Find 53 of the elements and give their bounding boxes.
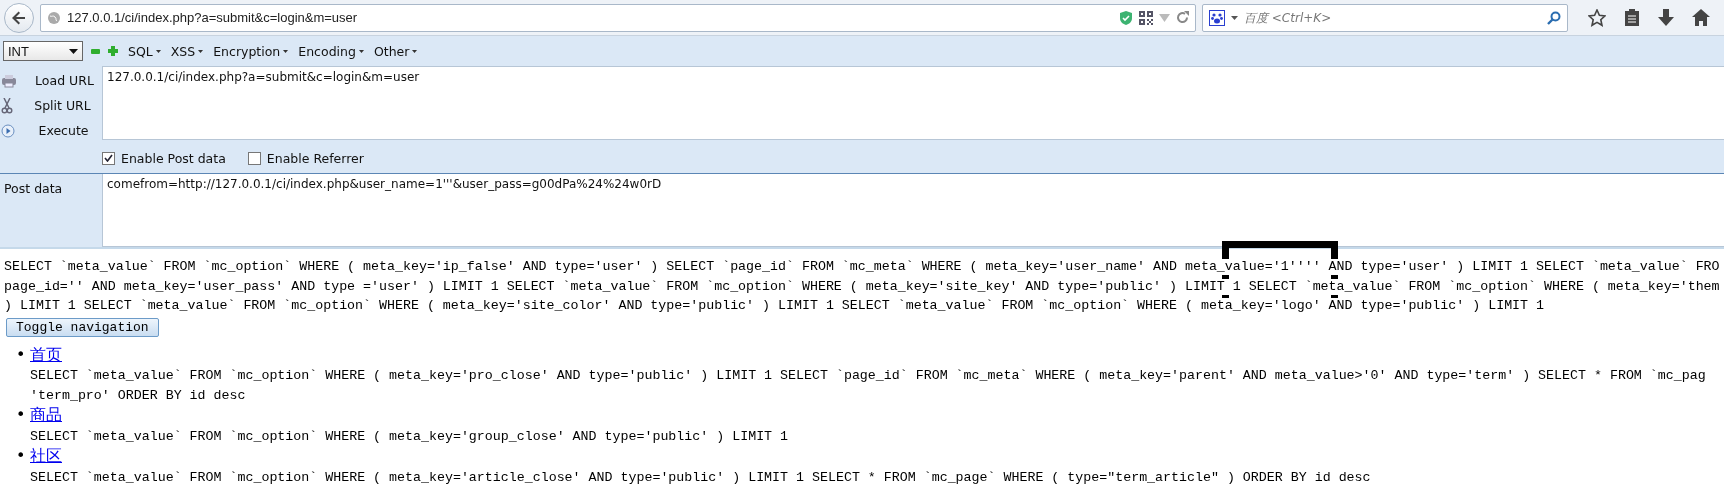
checkbox[interactable]: [102, 151, 115, 165]
menu-button[interactable]: XSS: [168, 43, 206, 59]
encoding-select[interactable]: INT: [3, 41, 83, 61]
caret-icon: [198, 49, 204, 53]
checkbox-label: Enable Post data: [121, 150, 226, 166]
clipboard-icon[interactable]: [1624, 8, 1640, 27]
post-data-field[interactable]: comefrom=http://127.0.0.1/ci/index.php&user_name=1'''&user_pass=g00dPa%24%24w0rD: [102, 174, 1724, 247]
sql-query-text: SELECT `meta_value` FROM `mc_option` WHERE ( meta_key='group_close' AND type='public' ) LIMIT 1: [30, 427, 789, 446]
action-link[interactable]: Split URL: [23, 98, 102, 113]
reload-icon[interactable]: [1176, 11, 1189, 24]
play-icon: [1, 123, 15, 138]
back-button[interactable]: [4, 2, 34, 33]
address-bar[interactable]: 127.0.0.1/ci/index.php?a=submit&c=login&m=user: [40, 3, 1196, 32]
caret-icon: [412, 49, 418, 53]
star-icon[interactable]: [1588, 8, 1606, 27]
nav-link[interactable]: 社区: [30, 446, 62, 465]
sql-query-text: 'term_pro' ORDER BY id desc: [30, 386, 246, 405]
download-icon[interactable]: [1658, 8, 1674, 27]
action-link[interactable]: Load URL: [27, 73, 102, 88]
sql-query-text: page_id='' AND meta_key='user_pass' AND type ='user' ) LIMIT 1 SELECT `meta_value` FROM `mc_option` WHERE ( meta_key='site_key' AND type='public' ) LIMIT 1 SELECT `meta_value` FROM `mc_option` WHERE ( meta_key='them: [4, 276, 1720, 296]
nav-link[interactable]: 首页: [30, 344, 62, 364]
caret-icon: [358, 49, 364, 53]
action-link[interactable]: Execute: [25, 123, 102, 138]
caret-icon: [155, 49, 161, 53]
home-icon[interactable]: [1692, 8, 1710, 26]
checkbox-label: Enable Referrer: [266, 150, 364, 166]
back-arrow-icon: [11, 9, 27, 26]
sql-query-text: SELECT `meta_value` FROM `mc_option` WHERE ( meta_key='ip_false' AND type='user' ) SELECT `page_id` FROM `mc_meta` WHERE ( meta_key='user_name' AND meta_value='1'''' AND type='user' ) LIMIT 1 SELECT `meta_value` FRO: [4, 257, 1720, 277]
search-bar[interactable]: 百度 <Ctrl+K>: [1202, 3, 1568, 32]
scissors-icon: [1, 97, 13, 114]
menu-button[interactable]: Other: [371, 43, 420, 59]
qr-code-icon[interactable]: [1139, 10, 1153, 25]
paw-icon[interactable]: [1209, 9, 1225, 26]
sql-query-text: SELECT `meta_value` FROM `mc_option` WHERE ( meta_key='pro_close' AND type='public' ) LIMIT 1 SELECT `page_id` FROM `mc_meta` WHERE ( meta_key='parent' AND meta_value>'0' AND type='term' ) SELECT * FROM `mc_pag: [30, 367, 1706, 385]
printer-icon: [1, 73, 17, 88]
bullet: •: [16, 405, 26, 425]
dropdown-arrow-icon: [69, 48, 78, 54]
caret-icon[interactable]: [1231, 15, 1238, 20]
bullet: •: [16, 446, 26, 466]
globe-icon: [47, 10, 61, 25]
toggle-navigation-button[interactable]: Toggle navigation: [6, 317, 159, 337]
menu-button[interactable]: SQL: [126, 43, 163, 59]
menu-button[interactable]: Encryption: [211, 43, 291, 59]
menu-button[interactable]: Encoding: [296, 43, 366, 59]
sql-query-text: SELECT `meta_value` FROM `mc_option` WHERE ( meta_key='article_close' AND type='public' ) LIMIT 1 SELECT * FROM `mc_page` WHERE ( type="term_article" ) ORDER BY id desc: [30, 468, 1371, 487]
shield-icon: [1119, 9, 1133, 26]
nav-link[interactable]: 商品: [30, 405, 62, 424]
post-data-label: Post data: [3, 180, 64, 198]
url-field[interactable]: 127.0.0.1/ci/index.php?a=submit&c=login&m=user: [102, 66, 1724, 140]
caret-icon: [283, 49, 289, 53]
checkbox[interactable]: [247, 151, 261, 165]
search-icon[interactable]: [1547, 10, 1561, 25]
bullet: •: [16, 344, 26, 365]
